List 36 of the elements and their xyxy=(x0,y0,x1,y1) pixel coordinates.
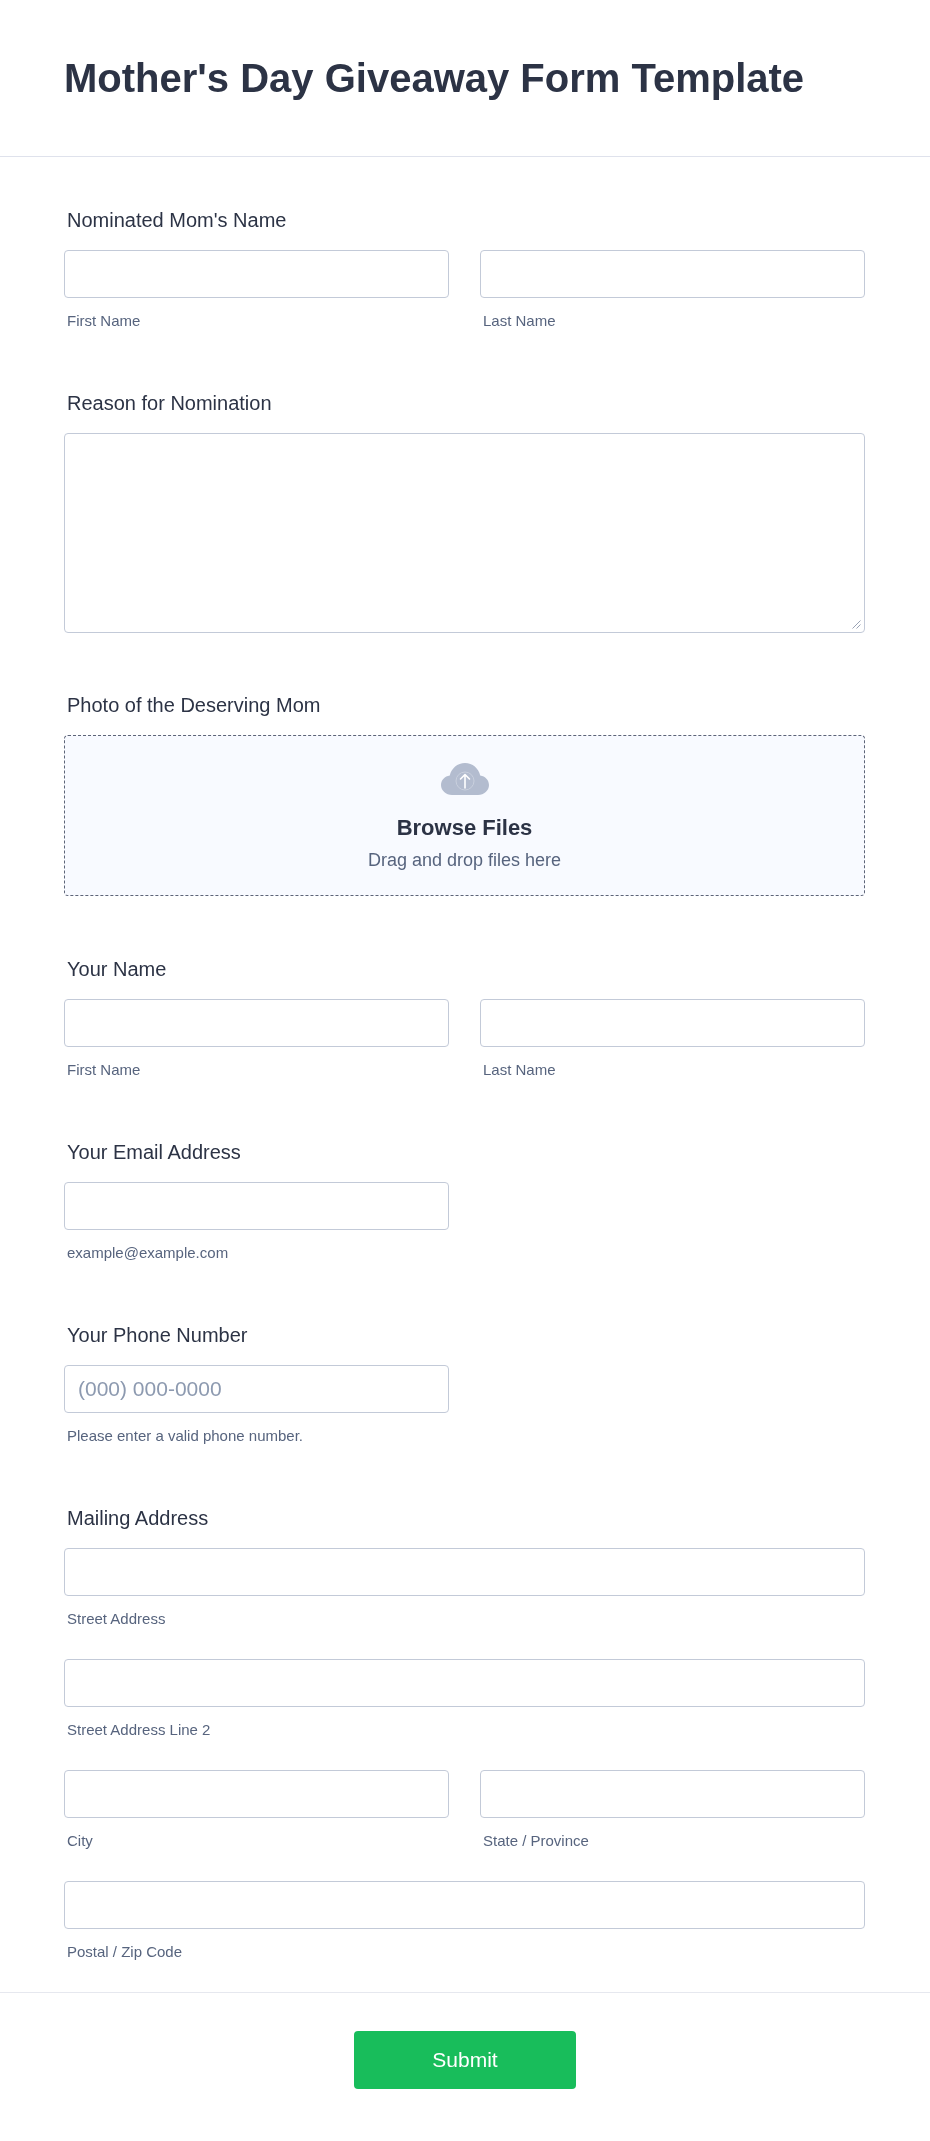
address-input[interactable] xyxy=(64,1881,865,1929)
field-sublabel: State / Province xyxy=(483,1831,590,1851)
field-label: Nominated Mom's Name xyxy=(67,208,288,232)
field-label: Reason for Nomination xyxy=(67,391,273,415)
field-sublabel: Last Name xyxy=(483,1060,557,1080)
field-label: Your Phone Number xyxy=(67,1323,249,1347)
field-sublabel: First Name xyxy=(67,1060,142,1080)
field-label: Photo of the Deserving Mom xyxy=(67,693,322,717)
name-input[interactable] xyxy=(64,250,449,298)
field-sublabel: Please enter a valid phone number. xyxy=(67,1426,304,1446)
address-input[interactable] xyxy=(64,1548,865,1596)
browse-files-button[interactable]: Browse Files xyxy=(396,814,533,842)
resize-grip-icon[interactable] xyxy=(852,620,861,629)
address-input[interactable] xyxy=(64,1770,449,1818)
form-title: Mother's Day Giveaway Form Template xyxy=(64,55,805,102)
field-sublabel: First Name xyxy=(67,311,142,331)
field-sublabel: example@example.com xyxy=(67,1243,230,1263)
address-input[interactable] xyxy=(480,1770,865,1818)
phone-input[interactable]: (000) 000-0000 xyxy=(64,1365,449,1413)
address-input[interactable] xyxy=(64,1659,865,1707)
name-input[interactable] xyxy=(480,999,865,1047)
field-label: Mailing Address xyxy=(67,1506,210,1530)
field-sublabel: Street Address Line 2 xyxy=(67,1720,212,1740)
drop-hint-text: Drag and drop files here xyxy=(367,849,562,872)
field-sublabel: City xyxy=(67,1831,94,1851)
field-sublabel: Street Address xyxy=(67,1609,167,1629)
cloud-upload-icon xyxy=(440,763,489,795)
field-sublabel: Postal / Zip Code xyxy=(67,1942,184,1962)
email-input[interactable] xyxy=(64,1182,449,1230)
textarea-field[interactable] xyxy=(64,433,865,633)
name-input[interactable] xyxy=(480,250,865,298)
name-input[interactable] xyxy=(64,999,449,1047)
field-label: Your Email Address xyxy=(67,1140,242,1164)
field-sublabel: Last Name xyxy=(483,311,557,331)
field-label: Your Name xyxy=(67,957,168,981)
file-drop-zone[interactable]: Browse Files Drag and drop files here xyxy=(64,735,865,896)
